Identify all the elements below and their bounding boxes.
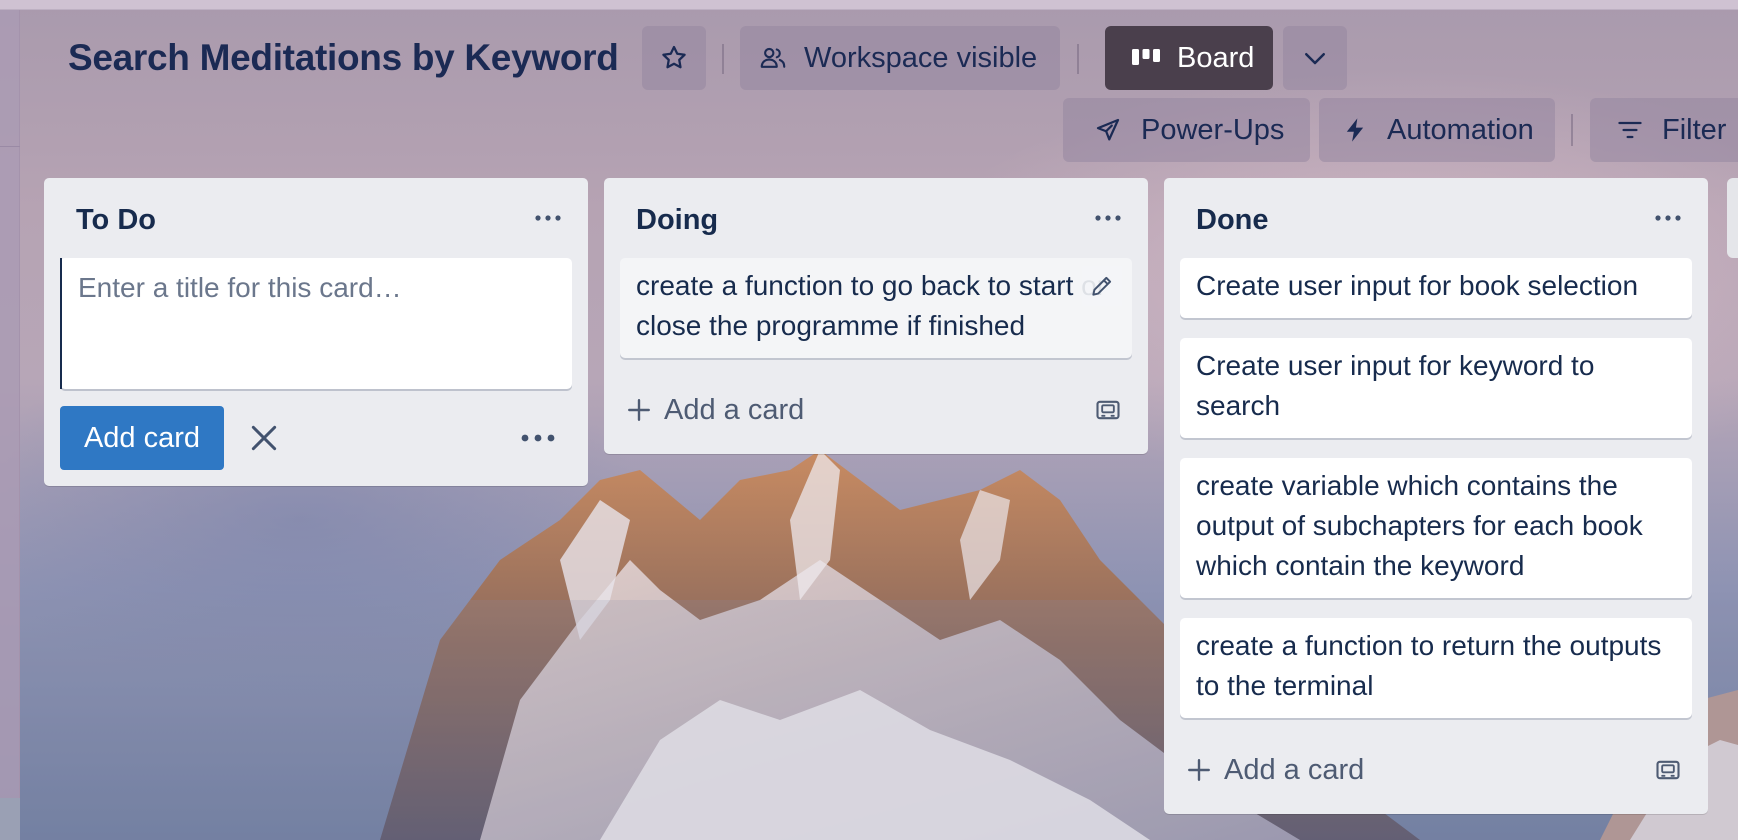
card-title: create a function to go back to start or… — [636, 270, 1107, 341]
list-title[interactable]: Doing — [636, 200, 718, 240]
sidebar-divider — [0, 146, 20, 147]
filter-button[interactable]: Filter — [1590, 98, 1738, 162]
template-icon — [1656, 760, 1680, 780]
pencil-icon — [1092, 276, 1112, 296]
cancel-composer-button[interactable] — [240, 414, 288, 462]
list-done: Done Create user input for book selectio… — [1164, 178, 1708, 814]
template-icon — [1096, 400, 1120, 420]
workspace-visibility-label: Workspace visible — [804, 41, 1038, 74]
more-dots-icon — [535, 215, 561, 221]
automation-button[interactable]: Automation — [1319, 98, 1555, 162]
automation-label: Automation — [1387, 113, 1534, 146]
header-divider — [1077, 44, 1079, 74]
add-a-card-label: Add a card — [664, 393, 805, 426]
create-from-template-button[interactable] — [1648, 750, 1688, 790]
list-title[interactable]: Done — [1196, 200, 1269, 240]
list-title[interactable]: To Do — [76, 200, 156, 240]
lightning-icon — [1346, 118, 1364, 142]
power-ups-button[interactable]: Power-Ups — [1063, 98, 1310, 162]
more-dots-icon — [521, 434, 555, 442]
add-a-card-button[interactable]: Add a card — [626, 384, 1132, 436]
people-icon — [760, 47, 786, 68]
card[interactable]: create a function to go back to start or… — [620, 258, 1132, 358]
sidebar-bottom-panel — [0, 798, 20, 840]
card-composer — [60, 258, 572, 389]
composer-options-button[interactable] — [514, 414, 562, 462]
card[interactable]: create a function to return the outputs … — [1180, 618, 1692, 718]
more-dots-icon — [1655, 215, 1681, 221]
board-view-label: Board — [1177, 41, 1255, 74]
star-button[interactable] — [642, 26, 706, 90]
view-switcher-button[interactable] — [1283, 26, 1347, 90]
filter-label: Filter — [1662, 113, 1727, 146]
card[interactable]: create variable which contains the outpu… — [1180, 458, 1692, 598]
next-list-edge — [1727, 178, 1738, 258]
list-menu-button[interactable] — [1644, 196, 1692, 240]
rocket-icon — [1096, 118, 1120, 141]
sidebar-rail[interactable] — [0, 10, 20, 840]
add-card-button[interactable]: Add card — [60, 406, 224, 470]
close-icon — [251, 425, 277, 451]
card-title: create variable which contains the outpu… — [1196, 470, 1643, 581]
filter-icon — [1618, 121, 1642, 139]
create-from-template-button[interactable] — [1088, 390, 1128, 430]
card-title: Create user input for keyword to search — [1196, 350, 1595, 421]
edit-card-button[interactable] — [1082, 266, 1122, 306]
header-divider — [1571, 114, 1573, 146]
star-icon — [662, 45, 686, 69]
board-title[interactable]: Search Meditations by Keyword — [68, 34, 619, 82]
plus-icon — [1186, 757, 1212, 783]
card-title: create a function to return the outputs … — [1196, 630, 1662, 701]
top-strip — [0, 0, 1738, 10]
power-ups-label: Power-Ups — [1141, 113, 1285, 146]
board-view-icon — [1132, 49, 1160, 65]
list-doing: Doing create a function to go back to st… — [604, 178, 1148, 454]
list-to-do: To Do Add card — [44, 178, 588, 486]
card-title: Create user input for book selection — [1196, 270, 1639, 301]
add-a-card-button[interactable]: Add a card — [1186, 744, 1692, 796]
board-view-button[interactable]: Board — [1105, 26, 1273, 90]
more-dots-icon — [1095, 215, 1121, 221]
list-menu-button[interactable] — [1084, 196, 1132, 240]
list-menu-button[interactable] — [524, 196, 572, 240]
card[interactable]: Create user input for keyword to search — [1180, 338, 1692, 438]
card[interactable]: Create user input for book selection — [1180, 258, 1692, 318]
card-title-input[interactable] — [60, 258, 572, 389]
chevron-down-icon — [1305, 53, 1325, 65]
add-a-card-label: Add a card — [1224, 753, 1365, 786]
workspace-visibility-button[interactable]: Workspace visible — [740, 26, 1060, 90]
plus-icon — [626, 397, 652, 423]
header-divider — [722, 44, 724, 74]
